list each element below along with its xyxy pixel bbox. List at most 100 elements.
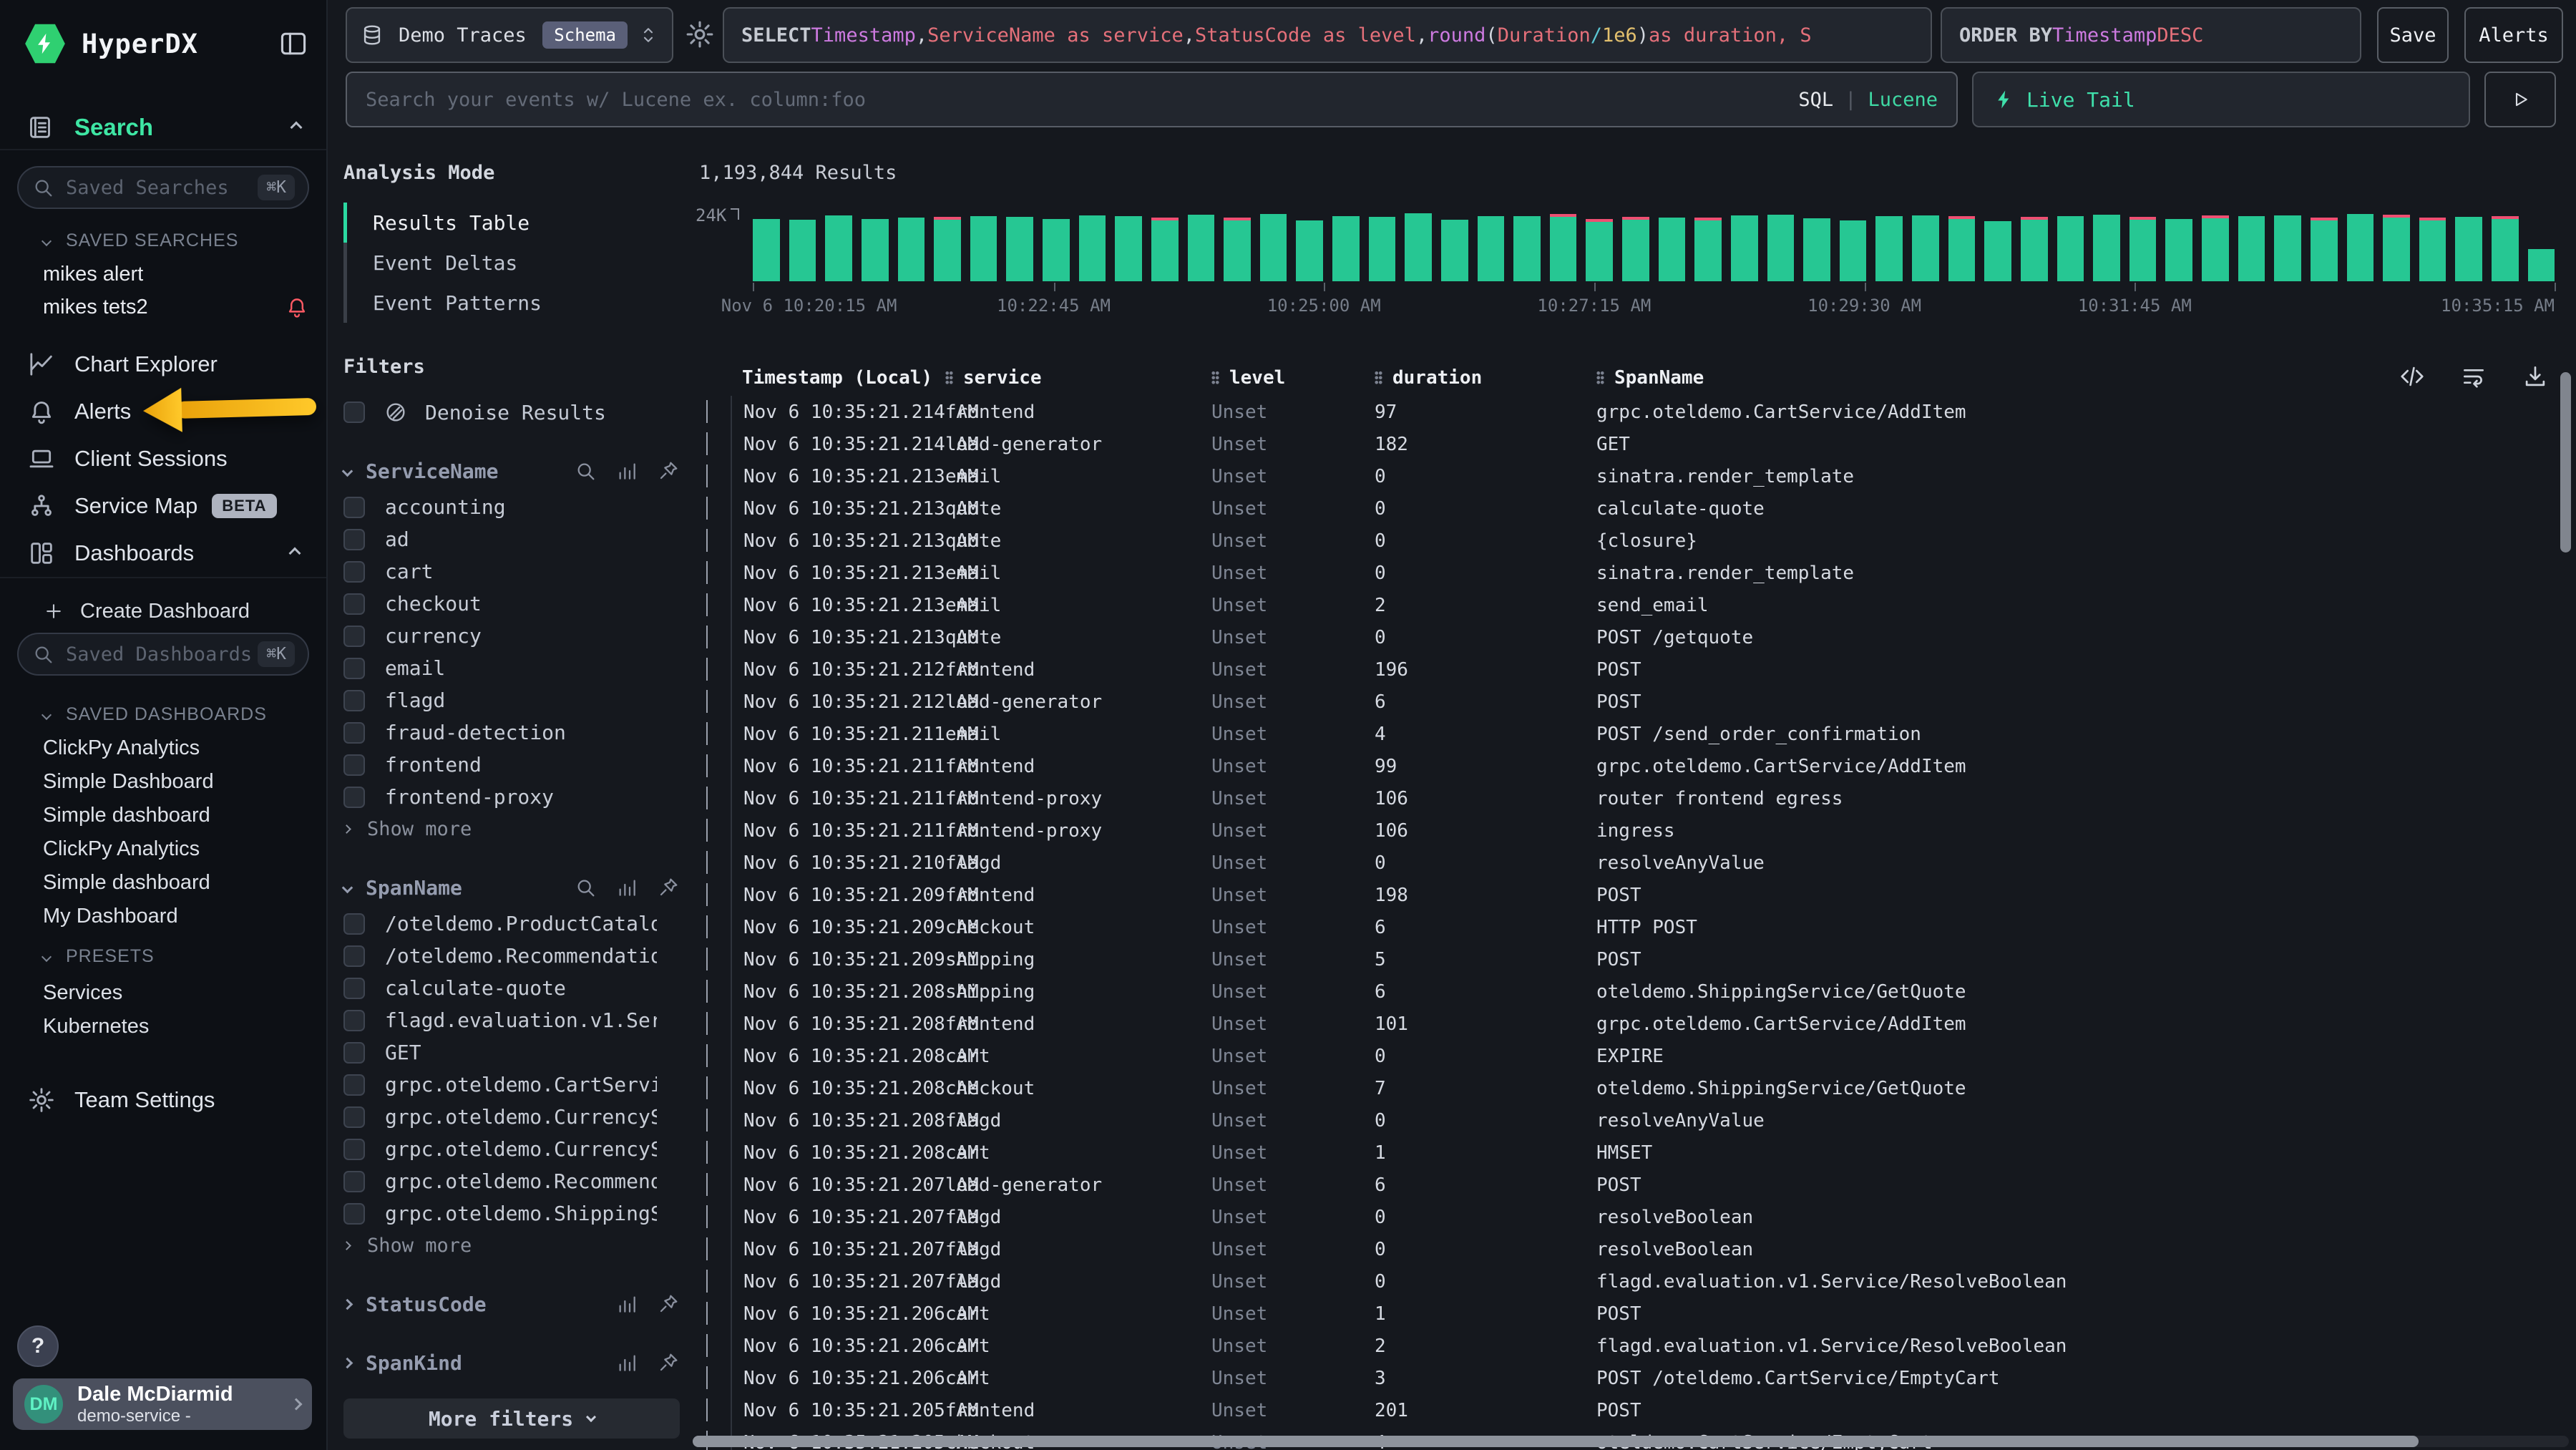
view-source-icon[interactable]: [2399, 363, 2426, 390]
histogram-bar[interactable]: [2057, 216, 2084, 281]
filter-value-row[interactable]: checkout: [343, 588, 680, 620]
checkbox[interactable]: [343, 1139, 365, 1160]
expand-chevron-icon[interactable]: [699, 1046, 731, 1067]
drag-handle-icon[interactable]: [1375, 371, 1382, 385]
filter-value-row[interactable]: grpc.oteldemo.CurrencyS…: [343, 1101, 680, 1133]
saved-search-item[interactable]: mikes alert: [43, 258, 309, 291]
table-row[interactable]: Nov 6 10:35:21.211 AMfrontend-proxyUnset…: [699, 814, 2555, 847]
checkbox[interactable]: [343, 978, 365, 999]
histogram-bar[interactable]: [2311, 218, 2338, 281]
filter-group-servicename[interactable]: ServiceName: [343, 455, 680, 487]
checkbox[interactable]: [343, 497, 365, 518]
table-row[interactable]: Nov 6 10:35:21.214 AMfrontendUnset97grpc…: [699, 396, 2555, 428]
checkbox[interactable]: [343, 561, 365, 583]
histogram-bar[interactable]: [2347, 214, 2374, 281]
histogram-bar[interactable]: [1731, 215, 1758, 281]
histogram-bar[interactable]: [789, 220, 816, 281]
table-row[interactable]: Nov 6 10:35:21.209 AMshippingUnset5POST: [699, 943, 2555, 975]
histogram-bar[interactable]: [1296, 220, 1323, 281]
filter-value-row[interactable]: frontend: [343, 749, 680, 781]
filter-value-row[interactable]: email: [343, 652, 680, 684]
histogram-bar[interactable]: [2383, 215, 2410, 281]
filter-value-row[interactable]: /oteldemo.ProductCatalo…: [343, 908, 680, 940]
checkbox[interactable]: [343, 1074, 365, 1096]
histogram-bar[interactable]: [898, 218, 925, 281]
saved-dashboard-item[interactable]: Simple Dashboard: [43, 765, 309, 799]
checkbox[interactable]: [343, 1010, 365, 1031]
expand-chevron-icon[interactable]: [699, 1013, 731, 1035]
histogram-bar[interactable]: [1586, 219, 1613, 281]
checkbox[interactable]: [343, 690, 365, 711]
filter-group-statuscode[interactable]: StatusCode: [343, 1288, 680, 1320]
expand-chevron-icon[interactable]: [699, 724, 731, 745]
saved-searches-input[interactable]: Saved Searches ⌘K: [17, 166, 309, 209]
histogram-bar[interactable]: [1478, 216, 1505, 281]
histogram-bar[interactable]: [1151, 218, 1179, 281]
filter-value-row[interactable]: frontend-proxy: [343, 781, 680, 813]
checkbox[interactable]: [343, 787, 365, 808]
expand-chevron-icon[interactable]: [699, 756, 731, 777]
table-row[interactable]: Nov 6 10:35:21.208 AMcheckoutUnset7oteld…: [699, 1072, 2555, 1104]
histogram-bar[interactable]: [1006, 217, 1033, 281]
saved-dashboard-item[interactable]: Simple dashboard: [43, 866, 309, 900]
expand-chevron-icon[interactable]: [699, 1271, 731, 1293]
histogram-bar[interactable]: [1550, 214, 1577, 281]
pin-icon[interactable]: [657, 1293, 680, 1315]
histogram-bar[interactable]: [2274, 215, 2301, 281]
histogram-bar[interactable]: [2165, 219, 2192, 281]
expand-chevron-icon[interactable]: [699, 917, 731, 938]
histogram-bar[interactable]: [2238, 216, 2265, 281]
table-row[interactable]: Nov 6 10:35:21.206 AMcartUnset1POST: [699, 1298, 2555, 1330]
filter-value-row[interactable]: currency: [343, 620, 680, 652]
table-row[interactable]: Nov 6 10:35:21.208 AMshippingUnset6oteld…: [699, 975, 2555, 1008]
histogram-bar[interactable]: [1513, 216, 1541, 281]
run-query-button[interactable]: [2484, 72, 2556, 127]
histogram-bar[interactable]: [2093, 215, 2120, 281]
histogram-bar[interactable]: [825, 215, 852, 281]
preset-item[interactable]: Kubernetes: [43, 1010, 309, 1043]
table-row[interactable]: Nov 6 10:35:21.208 AMflagdUnset0resolveA…: [699, 1104, 2555, 1137]
expand-chevron-icon[interactable]: [699, 402, 731, 423]
saved-searches-header[interactable]: SAVED SEARCHES: [43, 230, 238, 251]
order-by-input[interactable]: ORDER BY Timestamp DESC: [1941, 7, 2361, 63]
source-select[interactable]: Demo Traces Schema: [346, 7, 673, 63]
checkbox[interactable]: [343, 593, 365, 615]
analysis-mode-results-table[interactable]: Results Table: [343, 203, 680, 243]
filter-group-spanname[interactable]: SpanName: [343, 872, 680, 903]
table-row[interactable]: Nov 6 10:35:21.207 AMload-generatorUnset…: [699, 1169, 2555, 1201]
expand-chevron-icon[interactable]: [699, 1174, 731, 1196]
histogram-bar[interactable]: [2129, 217, 2157, 281]
histogram-bar[interactable]: [1079, 215, 1106, 281]
show-more-button[interactable]: Show more: [343, 813, 680, 845]
event-search-input[interactable]: Search your events w/ Lucene ex. column:…: [346, 72, 1958, 127]
histogram-bar[interactable]: [1369, 217, 1396, 281]
expand-chevron-icon[interactable]: [699, 434, 731, 455]
histogram-bar[interactable]: [2528, 249, 2555, 281]
filter-value-row[interactable]: grpc.oteldemo.CartServi…: [343, 1069, 680, 1101]
filter-value-row[interactable]: fraud-detection: [343, 716, 680, 749]
sidebar-item-chart-explorer[interactable]: Chart Explorer: [0, 341, 326, 388]
saved-dashboard-item[interactable]: My Dashboard: [43, 900, 309, 933]
expand-chevron-icon[interactable]: [699, 498, 731, 520]
alerts-button[interactable]: Alerts: [2464, 7, 2563, 63]
expand-chevron-icon[interactable]: [699, 820, 731, 842]
chevron-up-icon[interactable]: [291, 122, 303, 134]
table-row[interactable]: Nov 6 10:35:21.207 AMflagdUnset0resolveB…: [699, 1233, 2555, 1265]
source-settings-gear-icon[interactable]: [684, 19, 716, 50]
histogram-bar[interactable]: [1622, 217, 1649, 281]
table-row[interactable]: Nov 6 10:35:21.211 AMfrontendUnset99grpc…: [699, 750, 2555, 782]
histogram-bar[interactable]: [1332, 216, 1360, 281]
collapse-sidebar-icon[interactable]: [278, 28, 309, 59]
checkbox[interactable]: [343, 754, 365, 776]
team-settings-button[interactable]: Team Settings: [0, 1078, 326, 1122]
histogram-bar[interactable]: [1441, 220, 1468, 281]
sidebar-item-service-map[interactable]: Service MapBETA: [0, 482, 326, 530]
filter-value-row[interactable]: /oteldemo.Recommendatio…: [343, 940, 680, 972]
user-card[interactable]: DM Dale McDiarmid demo-service -: [13, 1378, 312, 1430]
filter-value-row[interactable]: ad: [343, 523, 680, 555]
histogram-bar[interactable]: [934, 217, 961, 281]
table-row[interactable]: Nov 6 10:35:21.211 AMemailUnset4POST /se…: [699, 718, 2555, 750]
wrap-lines-icon[interactable]: [2460, 363, 2487, 390]
checkbox[interactable]: [343, 722, 365, 744]
expand-chevron-icon[interactable]: [699, 659, 731, 681]
